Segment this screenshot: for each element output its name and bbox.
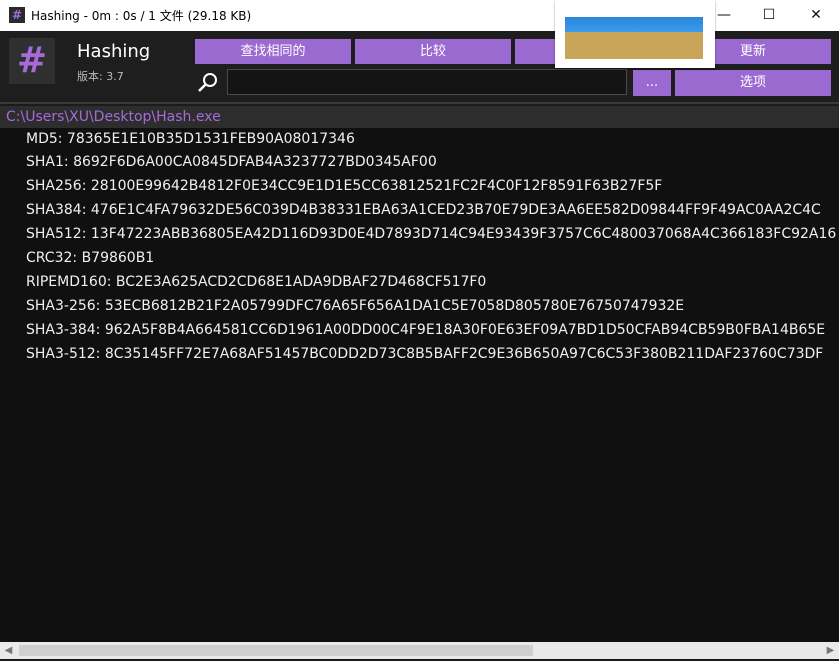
hash-row-sha3-512: SHA3-512: 8C35145FF72E7A68AF51457BC0DD2D… bbox=[26, 346, 824, 362]
header-divider bbox=[0, 102, 839, 104]
hash-row-sha384: SHA384: 476E1C4FA79632DE56C039D4B38331EB… bbox=[26, 202, 821, 218]
thumbnail-image bbox=[565, 17, 703, 59]
hash-row-sha3-256: SHA3-256: 53ECB6812B21F2A05799DFC76A65F6… bbox=[26, 298, 685, 314]
hash-logo-icon: # bbox=[9, 38, 55, 84]
file-path: C:\Users\XU\Desktop\Hash.exe bbox=[0, 106, 839, 128]
search-input[interactable] bbox=[227, 69, 627, 95]
thumbnail-popup bbox=[555, 0, 715, 68]
browse-button[interactable]: ... bbox=[633, 70, 671, 96]
hash-row-md5: MD5: 78365E1E10B35D1531FEB90A08017346 bbox=[26, 131, 355, 147]
hash-row-ripemd160: RIPEMD160: BC2E3A625ACD2CD68E1ADA9DBAF27… bbox=[26, 274, 487, 290]
hash-row-sha1: SHA1: 8692F6D6A00CA0845DFAB4A3237727BD03… bbox=[26, 154, 437, 170]
horizontal-scrollbar[interactable]: ◀ ▶ bbox=[0, 642, 839, 659]
app-name: Hashing bbox=[77, 41, 151, 62]
find-identical-button[interactable]: 查找相同的 bbox=[195, 39, 351, 64]
hash-row-sha512: SHA512: 13F47223ABB36805EA42D116D93D0E4D… bbox=[26, 226, 837, 242]
window-title: Hashing - 0m : 0s / 1 文件 (29.18 KB) bbox=[31, 9, 252, 23]
hash-row-sha3-384: SHA3-384: 962A5F8B4A664581CC6D1961A00DD0… bbox=[26, 322, 826, 338]
maximize-button[interactable]: ☐ bbox=[746, 0, 792, 31]
scroll-right-icon[interactable]: ▶ bbox=[822, 642, 839, 659]
version-label: 版本: 3.7 bbox=[77, 70, 124, 83]
compare-button[interactable]: 比较 bbox=[355, 39, 511, 64]
scroll-left-icon[interactable]: ◀ bbox=[0, 642, 17, 659]
search-icon[interactable] bbox=[197, 72, 219, 94]
app-hash-icon: # bbox=[9, 7, 25, 23]
hash-row-crc32: CRC32: B79860B1 bbox=[26, 250, 155, 266]
scrollbar-thumb[interactable] bbox=[19, 645, 533, 656]
hash-row-sha256: SHA256: 28100E99642B4812F0E34CC9E1D1E5CC… bbox=[26, 178, 663, 194]
hash-results-panel: MD5: 78365E1E10B35D1531FEB90A08017346 SH… bbox=[0, 128, 839, 642]
close-button[interactable]: ✕ bbox=[793, 0, 839, 31]
options-button[interactable]: 选项 bbox=[675, 70, 831, 96]
